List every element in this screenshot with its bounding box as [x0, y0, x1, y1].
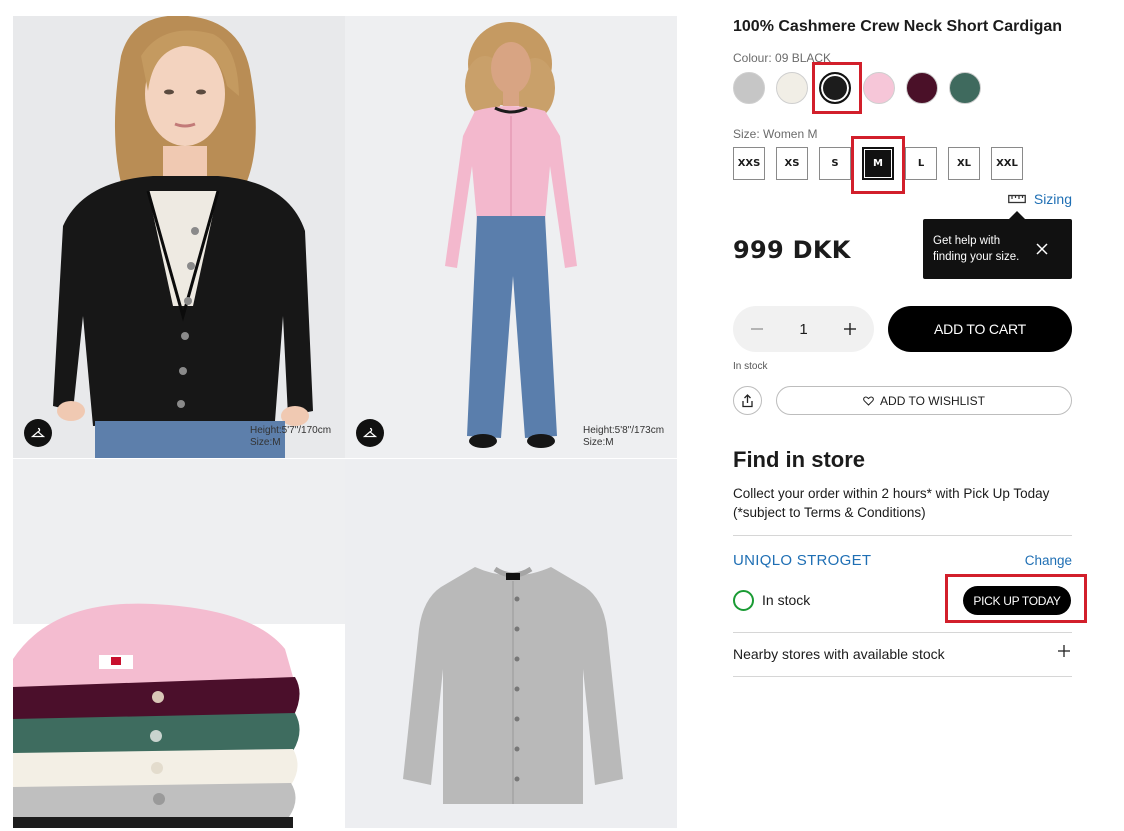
plus-icon[interactable] — [1057, 644, 1071, 658]
size-option-xs[interactable]: XS — [776, 147, 808, 180]
stock-status: In stock — [733, 361, 768, 372]
quantity-decrease-button[interactable] — [749, 321, 765, 337]
heart-icon — [863, 395, 874, 406]
pick-up-today-button[interactable]: PICK UP TODAY — [963, 586, 1071, 615]
colour-label-text: Colour: — [733, 51, 772, 65]
divider — [733, 632, 1072, 633]
colour-label: Colour: 09 BLACK — [733, 51, 831, 65]
product-image-gallery: Height:5'7"/170cm Size:M Height:5'8"/173… — [13, 16, 677, 828]
sizing-link-label: Sizing — [1033, 191, 1072, 207]
add-to-wishlist-label: ADD TO WISHLIST — [880, 393, 985, 408]
size-option-xxl[interactable]: XXL — [991, 147, 1023, 180]
size-option-m[interactable]: M — [862, 147, 894, 180]
hanger-icon — [31, 427, 45, 438]
folded-stack-illustration — [13, 459, 345, 828]
quantity-increase-button[interactable] — [842, 321, 858, 337]
colour-swatch-black[interactable] — [819, 72, 851, 104]
colour-swatch-grey[interactable] — [733, 72, 765, 104]
product-image-folded-stack[interactable] — [13, 459, 345, 828]
colour-swatch-wine[interactable] — [906, 72, 938, 104]
ruler-icon — [1007, 194, 1026, 204]
product-details-panel: 100% Cashmere Crew Neck Short Cardigan C… — [733, 0, 1087, 831]
store-stock-status: In stock — [762, 592, 811, 608]
model-info-text: Height:5'7"/170cm Size:M — [250, 425, 331, 449]
add-to-cart-button[interactable]: ADD TO CART — [888, 306, 1072, 352]
size-label-text: Size: — [733, 127, 760, 141]
quantity-value[interactable]: 1 — [799, 321, 807, 338]
model-pink-illustration — [345, 16, 677, 458]
model-height: Height:5'7"/170cm — [250, 425, 332, 436]
selected-size-value: Women M — [763, 127, 818, 141]
product-image-flat-grey[interactable] — [345, 459, 677, 828]
model-size: Size:M — [250, 437, 281, 448]
colour-swatch-pink[interactable] — [863, 72, 895, 104]
share-icon — [742, 393, 753, 407]
product-price: 999 DKK — [733, 236, 851, 264]
colour-swatch-off-white[interactable] — [776, 72, 808, 104]
store-name[interactable]: UNIQLO STROGET — [733, 552, 871, 569]
selected-colour-value: 09 BLACK — [775, 51, 832, 65]
size-option-s[interactable]: S — [819, 147, 851, 180]
model-size: Size:M — [583, 437, 614, 448]
size-option-xl[interactable]: XL — [948, 147, 980, 180]
model-info-text: Height:5'8"/173cm Size:M — [583, 425, 664, 449]
model-size-info-button[interactable] — [24, 419, 52, 447]
size-option-l[interactable]: L — [905, 147, 937, 180]
in-stock-indicator-icon — [733, 590, 754, 611]
flat-grey-illustration — [345, 459, 677, 828]
nearby-stores-toggle[interactable]: Nearby stores with available stock — [733, 646, 945, 662]
minus-icon — [751, 328, 763, 330]
find-in-store-title: Find in store — [733, 447, 865, 472]
quantity-stepper: 1 — [733, 306, 874, 352]
size-option-xxs[interactable]: XXS — [733, 147, 765, 180]
share-button[interactable] — [733, 386, 762, 415]
close-icon[interactable] — [1035, 242, 1049, 256]
sizing-link[interactable]: Sizing — [1007, 191, 1072, 207]
size-label: Size: Women M — [733, 127, 818, 141]
model-black-illustration — [13, 16, 345, 458]
size-help-tooltip: Get help with finding your size. — [923, 211, 1072, 279]
model-height: Height:5'8"/173cm — [583, 425, 665, 436]
hanger-icon — [363, 427, 377, 438]
divider — [733, 676, 1072, 677]
product-image-model-pink[interactable]: Height:5'8"/173cm Size:M — [345, 16, 677, 458]
product-title: 100% Cashmere Crew Neck Short Cardigan — [733, 18, 1063, 35]
product-image-model-black[interactable]: Height:5'7"/170cm Size:M — [13, 16, 345, 458]
change-store-link[interactable]: Change — [1025, 553, 1072, 568]
plus-icon — [844, 323, 856, 335]
find-in-store-description: Collect your order within 2 hours* with … — [733, 486, 1050, 520]
model-size-info-button[interactable] — [356, 419, 384, 447]
add-to-wishlist-button[interactable]: ADD TO WISHLIST — [776, 386, 1072, 415]
divider — [733, 535, 1072, 536]
colour-swatch-green[interactable] — [949, 72, 981, 104]
